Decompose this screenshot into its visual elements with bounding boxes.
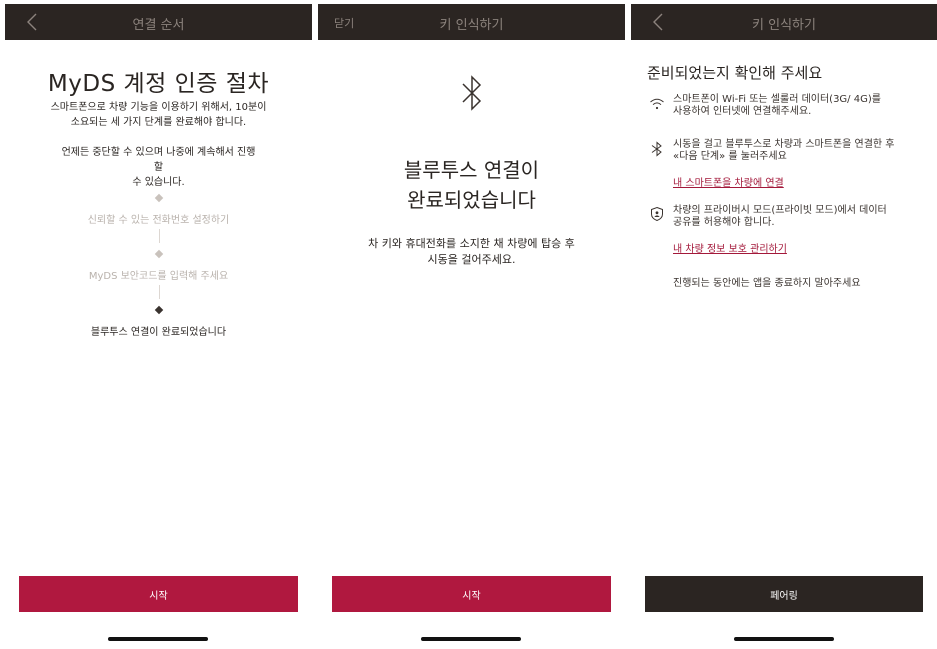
instruction-line-2: 시동을 걸어주세요. bbox=[427, 253, 516, 266]
step-connector bbox=[159, 285, 160, 299]
screen-key-recognition: 닫기 키 인식하기 블루투스 연결이 완료되었습니다 차 키와 휴대전화를 소지… bbox=[318, 0, 625, 649]
start-button[interactable]: 시작 bbox=[19, 576, 298, 612]
intro-text: 스마트폰으로 차량 기능을 이용하기 위해서, 10분이 소요되는 세 가지 단… bbox=[45, 100, 272, 130]
start-button[interactable]: 시작 bbox=[332, 576, 611, 612]
instruction-line-1: 차 키와 휴대전화를 소지한 채 차량에 탑승 후 bbox=[368, 237, 575, 250]
header-title: 연결 순서 bbox=[132, 18, 185, 33]
page-title: MyDS 계정 인증 절차 bbox=[47, 71, 270, 97]
wifi-icon bbox=[650, 98, 664, 110]
step-2-diamond-icon bbox=[154, 249, 164, 259]
step-1-diamond-icon bbox=[154, 193, 164, 203]
header-title: 키 인식하기 bbox=[439, 18, 504, 33]
pause-note-line-1: 언제든 중단할 수 있으며 나중에 계속해서 진행할 bbox=[61, 147, 256, 173]
step-connector bbox=[159, 229, 160, 243]
privacy-check-item: 차량의 프라이버시 모드(프라이빗 모드)에서 데이터 공유를 허용해야 합니다… bbox=[673, 205, 923, 229]
home-indicator bbox=[421, 637, 521, 641]
bluetooth-icon bbox=[462, 75, 482, 111]
bluetooth-check-item: 시동을 걸고 블루투스로 차량과 스마트폰을 연결한 후 «다음 단계» 를 눌… bbox=[673, 139, 923, 163]
bluetooth-icon bbox=[651, 141, 662, 157]
page-title: 블루투스 연결이 완료되었습니다 bbox=[318, 155, 625, 215]
title-line-2: 완료되었습니다 bbox=[407, 188, 536, 212]
privacy-shield-icon bbox=[651, 206, 663, 222]
item-line: 차량의 프라이버시 모드(프라이빗 모드)에서 데이터 bbox=[673, 205, 887, 216]
header-bar: 연결 순서 bbox=[5, 4, 312, 40]
step-3-label: 블루투스 연결이 완료되었습니다 bbox=[90, 327, 227, 338]
instruction-text: 차 키와 휴대전화를 소지한 채 차량에 탑승 후 시동을 걸어주세요. bbox=[338, 236, 605, 268]
dont-close-note: 진행되는 동안에는 앱을 종료하지 말아주세요 bbox=[673, 278, 861, 289]
pause-note-line-2: 수 있습니다. bbox=[132, 177, 185, 188]
pause-note: 언제든 중단할 수 있으며 나중에 계속해서 진행할 수 있습니다. bbox=[60, 145, 257, 190]
page-title: 준비되었는지 확인해 주세요 bbox=[647, 64, 823, 82]
item-line: 시동을 걸고 블루투스로 차량과 스마트폰을 연결한 후 bbox=[673, 139, 895, 150]
step-2-label: MyDS 보안코드를 입력해 주세요 bbox=[88, 271, 229, 282]
home-indicator bbox=[108, 637, 208, 641]
item-line: 공유를 허용해야 합니다. bbox=[673, 217, 775, 228]
step-1-label: 신뢰할 수 있는 전화번호 설정하기 bbox=[87, 215, 230, 226]
header-bar: 닫기 키 인식하기 bbox=[318, 4, 625, 40]
item-line: 사용하여 인터넷에 연결해주세요. bbox=[673, 106, 812, 117]
home-indicator bbox=[734, 637, 834, 641]
pairing-button[interactable]: 페어링 bbox=[645, 576, 923, 612]
screen-connection-steps: 연결 순서 MyDS 계정 인증 절차 스마트폰으로 차량 기능을 이용하기 위… bbox=[5, 0, 312, 649]
header-bar: 키 인식하기 bbox=[631, 4, 937, 40]
intro-line-2: 소요되는 세 가지 단계를 완료해야 합니다. bbox=[70, 117, 247, 128]
title-line-1: 블루투스 연결이 bbox=[403, 158, 540, 182]
screen-readiness-check: 키 인식하기 준비되었는지 확인해 주세요 스마트폰이 Wi-Fi 또는 셀룰러… bbox=[631, 0, 937, 649]
intro-line-1: 스마트폰으로 차량 기능을 이용하기 위해서, 10분이 bbox=[50, 102, 267, 113]
item-line: «다음 단계» 를 눌러주세요 bbox=[673, 151, 787, 162]
item-line: 스마트폰이 Wi-Fi 또는 셀룰러 데이터(3G/ 4G)를 bbox=[673, 94, 881, 105]
internet-check-item: 스마트폰이 Wi-Fi 또는 셀룰러 데이터(3G/ 4G)를 사용하여 인터넷… bbox=[673, 94, 923, 118]
privacy-settings-link[interactable]: 내 차량 정보 보호 관리하기 bbox=[673, 240, 787, 255]
header-title: 키 인식하기 bbox=[752, 18, 816, 33]
connect-phone-link[interactable]: 내 스마트폰을 차량에 연결 bbox=[673, 174, 784, 189]
step-3-diamond-icon bbox=[154, 305, 164, 315]
